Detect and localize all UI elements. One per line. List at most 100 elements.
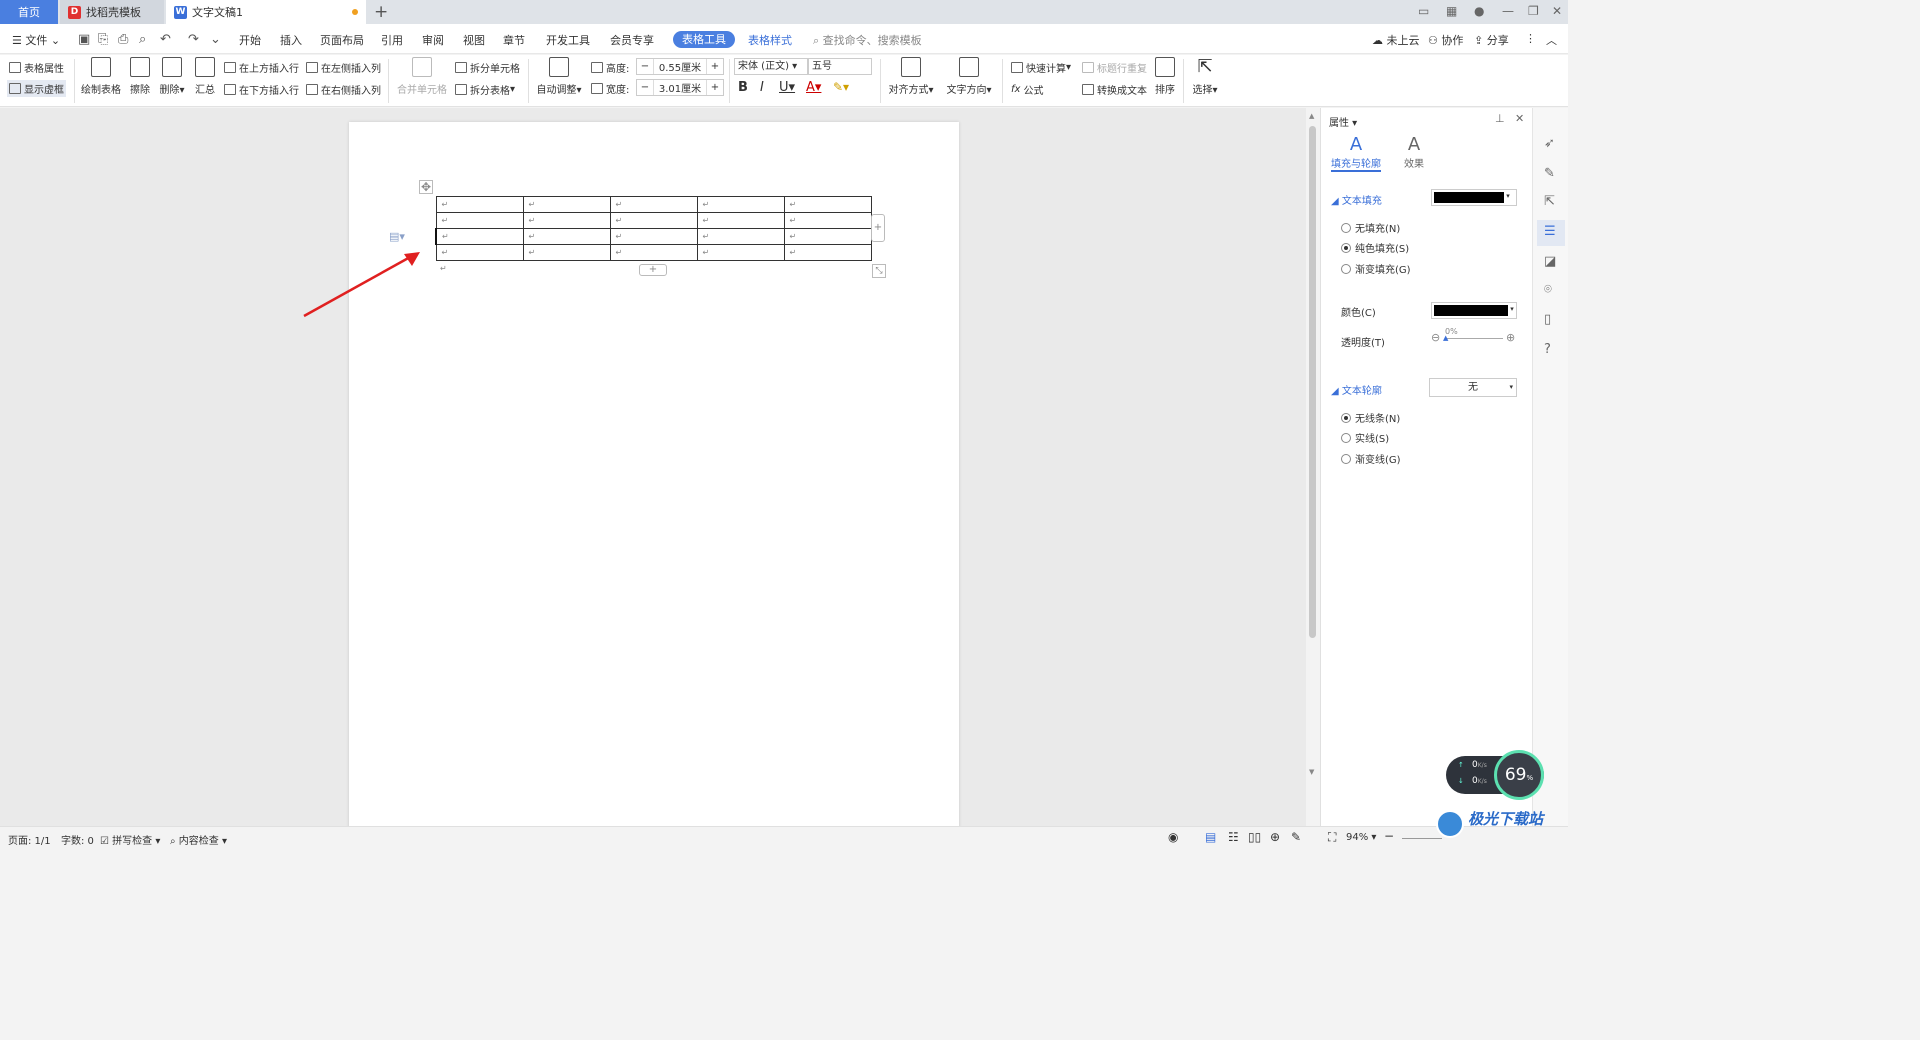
cloud-status-button[interactable]: ☁ 未上云: [1372, 32, 1420, 48]
scroll-down-icon[interactable]: ▼: [1309, 768, 1314, 776]
decrease-height-button[interactable]: −: [637, 61, 653, 72]
table-cell[interactable]: ↵: [435, 212, 524, 229]
menu-chapter[interactable]: 章节: [503, 32, 525, 48]
scroll-thumb[interactable]: [1309, 126, 1316, 638]
italic-icon[interactable]: I: [760, 80, 764, 95]
quick-calc-button[interactable]: 快速计算 ▾: [1011, 60, 1071, 75]
zoom-select[interactable]: 94% ▾: [1346, 832, 1376, 843]
text-outline-section[interactable]: ◢ 文本轮廓: [1331, 382, 1382, 397]
text-fill-section[interactable]: ◢ 文本填充: [1331, 192, 1382, 207]
show-gridlines-button[interactable]: 显示虚框: [7, 80, 66, 97]
rocket-icon[interactable]: ➶: [1544, 136, 1555, 151]
menu-table-tools[interactable]: 表格工具: [673, 31, 735, 48]
layout-icon[interactable]: ▭: [1418, 4, 1429, 18]
outline-select[interactable]: 无 ▾: [1429, 378, 1517, 397]
menu-page-layout[interactable]: 页面布局: [320, 32, 364, 48]
menu-member[interactable]: 会员专享: [610, 32, 654, 48]
table-cell[interactable]: ↵: [522, 244, 611, 261]
document-page[interactable]: ✥ ▤▾ ↵ ↵ ↵ ↵ ↵ ↵ ↵ ↵ ↵ ↵ ↵ ↵ ↵ ↵ ↵ ↵ ↵ ↵ ↵ ↵ ↵ + + ⤡: [349, 122, 959, 832]
restore-icon[interactable]: ❐: [1528, 4, 1539, 18]
redo-icon[interactable]: ↷: [188, 32, 199, 47]
table-cell[interactable]: ↵: [435, 196, 524, 213]
tab-fill-outline[interactable]: A 填充与轮廓: [1331, 134, 1381, 170]
tab-effects[interactable]: A 效果: [1397, 134, 1431, 170]
menu-insert[interactable]: 插入: [280, 32, 302, 48]
radio-solid-line[interactable]: 实线(S): [1341, 430, 1389, 445]
edit-view-icon[interactable]: ✎: [1291, 830, 1301, 844]
row-height-stepper[interactable]: −0.55厘米 +: [636, 58, 724, 75]
sort-button[interactable]: 排序: [1153, 57, 1177, 96]
save-icon[interactable]: ▣: [78, 32, 90, 47]
settings-sliders-icon[interactable]: ☰: [1537, 220, 1565, 246]
command-search[interactable]: ⌕ 查找命令、搜索模板: [813, 32, 922, 48]
transparency-slider[interactable]: [1445, 338, 1503, 339]
avatar[interactable]: ●: [1474, 4, 1484, 18]
alignment-button[interactable]: 对齐方式▾: [886, 57, 936, 96]
decrease-transparency-icon[interactable]: ⊖: [1431, 331, 1440, 344]
web-view-icon[interactable]: ⊕: [1270, 830, 1280, 844]
radio-no-line[interactable]: 无线条(N): [1341, 410, 1400, 425]
word-count[interactable]: 字数: 0: [61, 832, 94, 847]
share-button[interactable]: ⇪ 分享: [1474, 32, 1509, 48]
spell-check-button[interactable]: ☑ 拼写检查 ▾: [100, 832, 160, 847]
pen-icon[interactable]: ✎: [1544, 166, 1555, 181]
fit-page-icon[interactable]: ⛶: [1328, 830, 1336, 845]
menu-table-style[interactable]: 表格样式: [748, 32, 792, 48]
radio-gradient-line[interactable]: 渐变线(G): [1341, 451, 1401, 466]
table-cell[interactable]: ↵: [783, 228, 872, 245]
erase-button[interactable]: 擦除: [128, 57, 152, 96]
table-cell[interactable]: ↵: [522, 196, 611, 213]
outline-view-icon[interactable]: ☷: [1228, 830, 1239, 844]
increase-width-button[interactable]: +: [707, 82, 723, 93]
menu-reference[interactable]: 引用: [381, 32, 403, 48]
location-icon[interactable]: ⌾: [1544, 282, 1552, 297]
resize-table-icon[interactable]: ⤡: [872, 264, 886, 278]
table-cell[interactable]: ↵: [609, 212, 698, 229]
increase-transparency-icon[interactable]: ⊕: [1506, 331, 1515, 344]
table-cell[interactable]: ↵: [696, 196, 785, 213]
undo-icon[interactable]: ↶: [160, 32, 171, 47]
table-properties-button[interactable]: 表格属性: [9, 60, 64, 75]
close-icon[interactable]: ✕: [1552, 4, 1562, 18]
radio-no-fill[interactable]: 无填充(N): [1341, 220, 1400, 235]
tab-document[interactable]: W 文字文稿1: [166, 0, 366, 24]
font-color-icon[interactable]: A▾: [806, 80, 821, 95]
table-cell[interactable]: ↵: [435, 244, 524, 261]
cpu-usage-gauge[interactable]: 69%: [1494, 750, 1544, 800]
panel-title[interactable]: 属性 ▾: [1329, 114, 1357, 129]
tab-home[interactable]: 首页: [0, 0, 58, 24]
table-cell[interactable]: ↵: [783, 212, 872, 229]
table-cell[interactable]: ↵: [783, 196, 872, 213]
radio-solid-fill[interactable]: 纯色填充(S): [1341, 240, 1409, 255]
split-table-button[interactable]: 拆分表格 ▾: [455, 82, 515, 97]
style-icon[interactable]: ◪: [1544, 254, 1556, 269]
content-check-button[interactable]: ⌕ 内容检查 ▾: [170, 832, 227, 847]
table-move-handle-icon[interactable]: ✥: [419, 180, 433, 194]
bold-icon[interactable]: B: [738, 80, 748, 95]
zoom-out-icon[interactable]: −: [1384, 829, 1394, 843]
draw-table-button[interactable]: 绘制表格: [80, 57, 122, 96]
col-width-value[interactable]: 3.01厘米: [653, 80, 707, 95]
table-cell[interactable]: ↵: [522, 228, 611, 245]
collapse-ribbon-icon[interactable]: ︿: [1546, 32, 1557, 48]
table-cell[interactable]: ↵: [609, 244, 698, 261]
more-icon[interactable]: ⋮: [1525, 32, 1536, 45]
collaborate-button[interactable]: ⚇ 协作: [1428, 32, 1463, 48]
table-cell[interactable]: ↵: [696, 228, 785, 245]
minimize-icon[interactable]: —: [1502, 4, 1514, 18]
increase-height-button[interactable]: +: [707, 61, 723, 72]
print-icon[interactable]: ⎙: [118, 32, 128, 47]
menu-start[interactable]: 开始: [239, 32, 261, 48]
insert-col-left-button[interactable]: 在左侧插入列: [306, 60, 381, 75]
formula-button[interactable]: fx 公式: [1011, 82, 1043, 97]
add-column-button[interactable]: +: [871, 214, 885, 242]
font-size-select[interactable]: 五号: [808, 58, 872, 75]
tab-daoke-templates[interactable]: D 找稻壳模板: [60, 0, 164, 24]
plus-icon[interactable]: +: [374, 2, 388, 22]
delete-button[interactable]: 删除▾: [157, 57, 187, 96]
radio-gradient-fill[interactable]: 渐变填充(G): [1341, 261, 1411, 276]
insert-row-above-button[interactable]: 在上方插入行: [224, 60, 299, 75]
grid-icon[interactable]: ▦: [1446, 4, 1457, 18]
merge-cells-button[interactable]: 合并单元格: [396, 57, 448, 96]
paste-options-icon[interactable]: ▤▾: [389, 230, 405, 243]
